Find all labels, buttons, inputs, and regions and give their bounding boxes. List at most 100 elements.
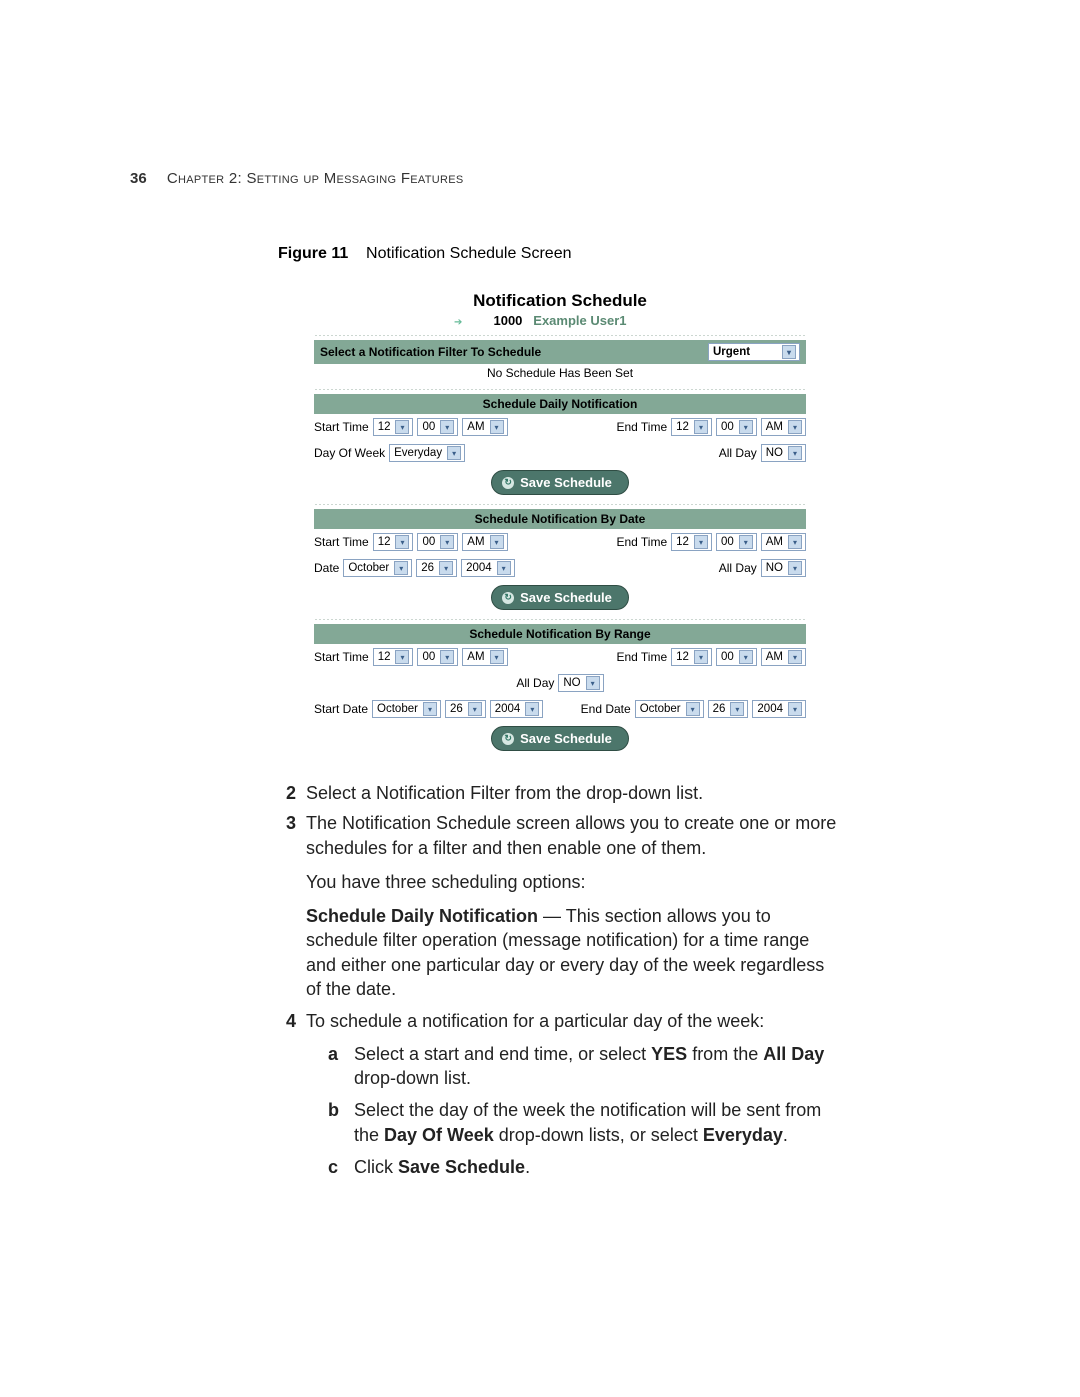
chevron-down-icon: ▾ <box>694 650 708 664</box>
sub-letter: a <box>328 1042 344 1091</box>
byrange-enddate-label: End Date <box>581 702 631 716</box>
sub-text: Select the day of the week the notificat… <box>354 1098 838 1147</box>
user-id: 1000 <box>493 313 522 328</box>
chevron-down-icon: ▾ <box>440 650 454 664</box>
chevron-down-icon: ▾ <box>447 446 461 460</box>
daily-end-min-select[interactable]: 00▾ <box>716 418 757 436</box>
byrange-ed-month-select[interactable]: October▾ <box>635 700 704 718</box>
value: 12 <box>676 536 689 548</box>
chevron-down-icon: ▾ <box>440 420 454 434</box>
daily-end-ampm-select[interactable]: AM ▾ <box>761 418 806 436</box>
byrange-sd-year-select[interactable]: 2004▾ <box>490 700 544 718</box>
chevron-down-icon: ▾ <box>525 702 539 716</box>
chevron-down-icon: ▾ <box>788 420 802 434</box>
chevron-down-icon: ▾ <box>788 535 802 549</box>
text: . <box>783 1125 788 1145</box>
chevron-down-icon: ▾ <box>782 345 796 359</box>
filter-header-label: Select a Notification Filter To Schedule <box>320 345 541 359</box>
bydate-end-hour-select[interactable]: 12▾ <box>671 533 712 551</box>
chevron-down-icon: ▾ <box>468 702 482 716</box>
chevron-down-icon: ▾ <box>490 420 504 434</box>
byrange-sd-day-select[interactable]: 26 ▾ <box>445 700 486 718</box>
bydate-header: Schedule Notification By Date <box>314 509 806 529</box>
chevron-down-icon: ▾ <box>788 446 802 460</box>
value: NO <box>766 562 783 574</box>
button-label: Save Schedule <box>520 731 612 746</box>
chevron-down-icon: ▾ <box>739 535 753 549</box>
daily-dow-row: Day Of Week Everyday▾ All Day NO▾ <box>314 440 806 466</box>
daily-dow-select[interactable]: Everyday▾ <box>389 444 465 462</box>
text: drop-down list. <box>354 1068 471 1088</box>
bydate-day-select[interactable]: 26▾ <box>416 559 457 577</box>
daily-start-min-select[interactable]: 00 ▾ <box>417 418 458 436</box>
step-text: To schedule a notification for a particu… <box>306 1009 764 1033</box>
arrow-icon: ➔ <box>454 317 462 328</box>
byrange-save-schedule-button[interactable]: ↻ Save Schedule <box>491 726 629 751</box>
daily-start-ampm-select[interactable]: AM ▾ <box>462 418 507 436</box>
value: 00 <box>422 421 435 433</box>
byrange-time-row: Start Time 12▾ 00▾ AM▾ End Time 12▾ 00▾ … <box>314 644 806 670</box>
daily-dow-label: Day Of Week <box>314 446 385 460</box>
chevron-down-icon: ▾ <box>788 702 802 716</box>
bydate-end-ampm-select[interactable]: AM▾ <box>761 533 806 551</box>
bydate-start-ampm-select[interactable]: AM▾ <box>462 533 507 551</box>
byrange-dates-row: Start Date October▾ 26▾ 2004▾ End Date O… <box>314 696 806 722</box>
daily-start-hour-select[interactable]: 12▾ <box>373 418 414 436</box>
daily-allday-select[interactable]: NO▾ <box>761 444 806 462</box>
byrange-end-hour-select[interactable]: 12▾ <box>671 648 712 666</box>
value: 12 <box>378 536 391 548</box>
value: 2004 <box>466 562 492 574</box>
bydate-start-min-select[interactable]: 00▾ <box>417 533 458 551</box>
chevron-down-icon: ▾ <box>788 650 802 664</box>
daily-end-label: End Time <box>616 420 667 434</box>
chevron-down-icon: ▾ <box>739 420 753 434</box>
bydate-save-schedule-button[interactable]: ↻ Save Schedule <box>491 585 629 610</box>
text: . <box>525 1157 530 1177</box>
bydate-save-row: ↻ Save Schedule <box>314 581 806 614</box>
daily-save-schedule-button[interactable]: ↻ Save Schedule <box>491 470 629 495</box>
bydate-year-select[interactable]: 2004▾ <box>461 559 515 577</box>
figure-caption: Figure 11 Notification Schedule Screen <box>278 245 950 263</box>
byrange-ed-year-select[interactable]: 2004▾ <box>752 700 806 718</box>
value: 26 <box>450 703 463 715</box>
daily-time-row: Start Time 12▾ 00▾ AM▾ End Time 12▾ 00▾ … <box>314 414 806 440</box>
byrange-start-min-select[interactable]: 00▾ <box>417 648 458 666</box>
user-name: Example User1 <box>533 313 626 328</box>
bydate-allday-select[interactable]: NO▾ <box>761 559 806 577</box>
bydate-start-hour-select[interactable]: 12▾ <box>373 533 414 551</box>
byrange-end-min-select[interactable]: 00▾ <box>716 648 757 666</box>
bold-text: Day Of Week <box>384 1125 494 1145</box>
daily-end-hour-select[interactable]: 12▾ <box>671 418 712 436</box>
chapter-title: Chapter 2: Setting up Messaging Features <box>167 170 464 187</box>
byrange-sd-month-select[interactable]: October▾ <box>372 700 441 718</box>
byrange-ed-day-select[interactable]: 26▾ <box>708 700 749 718</box>
byrange-allday-select[interactable]: NO▾ <box>558 674 603 692</box>
chevron-down-icon: ▾ <box>395 650 409 664</box>
chevron-down-icon: ▾ <box>395 420 409 434</box>
step-number: 3 <box>278 811 296 860</box>
bydate-end-min-select[interactable]: 00 ▾ <box>716 533 757 551</box>
filter-select[interactable]: Urgent ▾ <box>708 343 800 361</box>
step-3: 3 The Notification Schedule screen allow… <box>278 811 838 860</box>
step-text: Select a Notification Filter from the dr… <box>306 781 703 805</box>
value: AM <box>467 421 484 433</box>
value: 26 <box>421 562 434 574</box>
sub-letter: c <box>328 1155 344 1179</box>
step-4c: c Click Save Schedule. <box>328 1155 838 1179</box>
bydate-allday-label: All Day <box>719 561 757 575</box>
text: drop-down lists, or select <box>494 1125 703 1145</box>
bydate-month-select[interactable]: October▾ <box>343 559 412 577</box>
byrange-allday-row: All Day NO▾ <box>314 670 806 696</box>
byrange-start-ampm-select[interactable]: AM▾ <box>462 648 507 666</box>
value: 00 <box>721 536 734 548</box>
notification-schedule-screenshot: Notification Schedule ➔ 1000 Example Use… <box>314 291 806 755</box>
byrange-header-label: Schedule Notification By Range <box>469 627 650 641</box>
chevron-down-icon: ▾ <box>394 561 408 575</box>
divider <box>314 618 806 620</box>
byrange-start-hour-select[interactable]: 12▾ <box>373 648 414 666</box>
value: AM <box>467 536 484 548</box>
value: AM <box>766 421 783 433</box>
divider <box>314 503 806 505</box>
sub-text: Select a start and end time, or select Y… <box>354 1042 838 1091</box>
byrange-end-ampm-select[interactable]: AM▾ <box>761 648 806 666</box>
